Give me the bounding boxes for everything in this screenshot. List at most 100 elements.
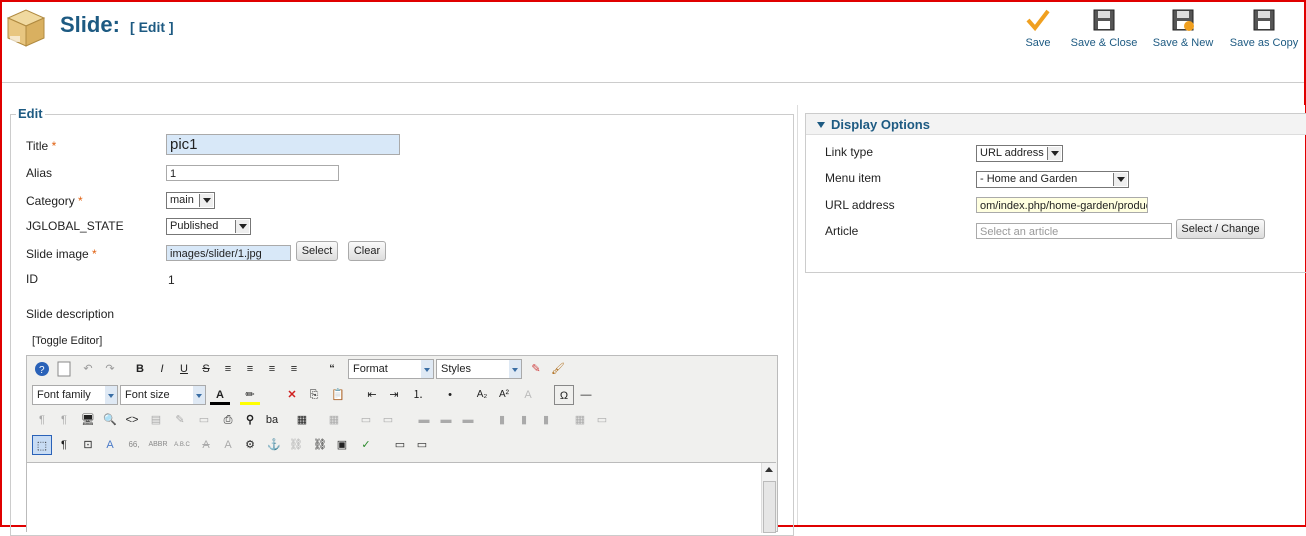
scroll-thumb[interactable]: [763, 481, 776, 533]
select-image-button[interactable]: Select: [296, 241, 338, 261]
link-icon[interactable]: ⛓: [310, 435, 330, 455]
styles-select[interactable]: Styles: [436, 359, 522, 379]
cleanup-icon[interactable]: ✎: [170, 410, 190, 430]
indent-icon[interactable]: ⇥: [384, 385, 404, 405]
delete-col-icon[interactable]: ▮: [536, 410, 556, 430]
insert-table-icon[interactable]: ▦: [292, 410, 312, 430]
visual-aid-icon[interactable]: ⬚: [32, 435, 52, 455]
save-button[interactable]: Save: [1020, 6, 1056, 49]
merge-cells-icon[interactable]: ▭: [592, 410, 612, 430]
remove-row-icon[interactable]: ▬: [458, 410, 478, 430]
insert-text-icon[interactable]: A: [218, 435, 238, 455]
font-size-select[interactable]: Font size: [120, 385, 206, 405]
unlink-icon[interactable]: ⛓: [286, 435, 306, 455]
spellcheck-icon[interactable]: ✓: [356, 435, 376, 455]
chevron-down-icon: [1047, 147, 1061, 160]
paste-icon[interactable]: 📋: [328, 385, 348, 405]
delete-text-icon[interactable]: A: [196, 435, 216, 455]
find-icon[interactable]: ⚲: [240, 410, 260, 430]
highlight-color-icon[interactable]: ✏: [240, 385, 260, 405]
acronym-icon[interactable]: A.B.C: [172, 435, 192, 455]
save-close-button[interactable]: Save & Close: [1068, 6, 1140, 49]
page-icon[interactable]: ▭: [194, 410, 214, 430]
non-breaking-icon[interactable]: ⊡: [78, 435, 98, 455]
style-props-icon[interactable]: A: [100, 435, 120, 455]
link-type-select[interactable]: URL address: [976, 145, 1063, 162]
row-after-icon[interactable]: ▭: [378, 410, 398, 430]
row-before-icon[interactable]: ▭: [356, 410, 376, 430]
font-family-select[interactable]: Font family: [32, 385, 118, 405]
article-input[interactable]: Select an article: [976, 223, 1172, 239]
editor-scrollbar[interactable]: [761, 463, 776, 533]
italic-icon[interactable]: I: [152, 359, 172, 379]
readmore-icon[interactable]: ▭: [412, 435, 432, 455]
fullscreen-icon[interactable]: 🖥: [78, 410, 98, 430]
align-center-icon[interactable]: ≡: [240, 359, 260, 379]
anchor-icon[interactable]: ⚓: [264, 435, 284, 455]
col-before-icon[interactable]: ▮: [492, 410, 512, 430]
text-color-icon[interactable]: A: [210, 385, 230, 405]
toggle-editor-link[interactable]: [Toggle Editor]: [32, 335, 102, 347]
show-blocks-icon[interactable]: ¶: [54, 435, 74, 455]
display-options-title: Display Options: [831, 117, 930, 132]
title-input[interactable]: pic1: [166, 134, 400, 155]
display-options-header[interactable]: Display Options: [806, 114, 1306, 135]
unordered-list-icon[interactable]: •: [440, 385, 460, 405]
print-icon[interactable]: ⎙: [218, 410, 238, 430]
help-icon[interactable]: ?: [32, 359, 52, 379]
abbr-icon[interactable]: ABBR: [148, 435, 168, 455]
chevron-down-icon: [1113, 173, 1127, 186]
cut-icon[interactable]: ✕: [282, 385, 302, 405]
image-input[interactable]: images/slider/1.jpg: [166, 245, 291, 261]
cite-icon[interactable]: 66,: [124, 435, 144, 455]
category-select[interactable]: main: [166, 192, 215, 209]
align-left-icon[interactable]: ≡: [262, 359, 282, 379]
horizontal-rule-icon[interactable]: —: [576, 385, 596, 405]
outdent-icon[interactable]: ⇤: [362, 385, 382, 405]
undo-icon[interactable]: ↶: [78, 359, 98, 379]
alias-input[interactable]: 1: [166, 165, 339, 181]
omega-icon[interactable]: Ω: [554, 385, 574, 405]
save-new-button[interactable]: Save & New: [1150, 6, 1216, 49]
state-select[interactable]: Published: [166, 218, 251, 235]
ordered-list-icon[interactable]: ⒈: [408, 385, 428, 405]
align-right-icon[interactable]: ≡: [284, 359, 304, 379]
menu-item-label: Menu item: [825, 171, 882, 185]
delete-row-icon[interactable]: ▬: [436, 410, 456, 430]
html-source-icon[interactable]: <>: [122, 410, 142, 430]
col-after-icon[interactable]: ▮: [514, 410, 534, 430]
menu-item-select[interactable]: - Home and Garden: [976, 171, 1129, 188]
template-icon[interactable]: ▤: [146, 410, 166, 430]
align-justify-icon[interactable]: ≡: [218, 359, 238, 379]
pagebreak-icon[interactable]: ▭: [390, 435, 410, 455]
strikethrough-icon[interactable]: S: [196, 359, 216, 379]
superscript-icon[interactable]: A²: [494, 385, 514, 405]
bold-icon[interactable]: B: [130, 359, 150, 379]
editor-content-area[interactable]: [27, 462, 776, 533]
save-close-label: Save & Close: [1070, 37, 1138, 49]
new-document-icon[interactable]: [54, 359, 74, 379]
save-copy-button[interactable]: Save as Copy: [1226, 6, 1302, 49]
insert-row-icon[interactable]: ▬: [414, 410, 434, 430]
image-icon[interactable]: ▣: [332, 435, 352, 455]
id-value: 1: [168, 273, 175, 287]
select-change-button[interactable]: Select / Change: [1176, 219, 1265, 239]
copy-icon[interactable]: ⎘: [304, 385, 324, 405]
split-cells-icon[interactable]: ▦: [570, 410, 590, 430]
eraser-icon[interactable]: ✎: [526, 359, 546, 379]
blockquote-icon[interactable]: “: [322, 359, 342, 379]
rtl-icon[interactable]: ¶: [54, 410, 74, 430]
special-chars-disabled-icon[interactable]: A: [518, 385, 538, 405]
clean-brush-icon[interactable]: 🖌: [548, 359, 568, 379]
redo-icon[interactable]: ↷: [100, 359, 120, 379]
ltr-icon[interactable]: ¶: [32, 410, 52, 430]
delete-table-icon[interactable]: ▦: [324, 410, 344, 430]
attributes-icon[interactable]: ⚙: [240, 435, 260, 455]
url-address-input[interactable]: om/index.php/home-garden/products: [976, 197, 1148, 213]
clear-image-button[interactable]: Clear: [348, 241, 386, 261]
preview-icon[interactable]: 🔍: [100, 410, 120, 430]
subscript-icon[interactable]: A₂: [472, 385, 492, 405]
underline-icon[interactable]: U: [174, 359, 194, 379]
format-select[interactable]: Format: [348, 359, 434, 379]
replace-icon[interactable]: ba: [262, 410, 282, 430]
